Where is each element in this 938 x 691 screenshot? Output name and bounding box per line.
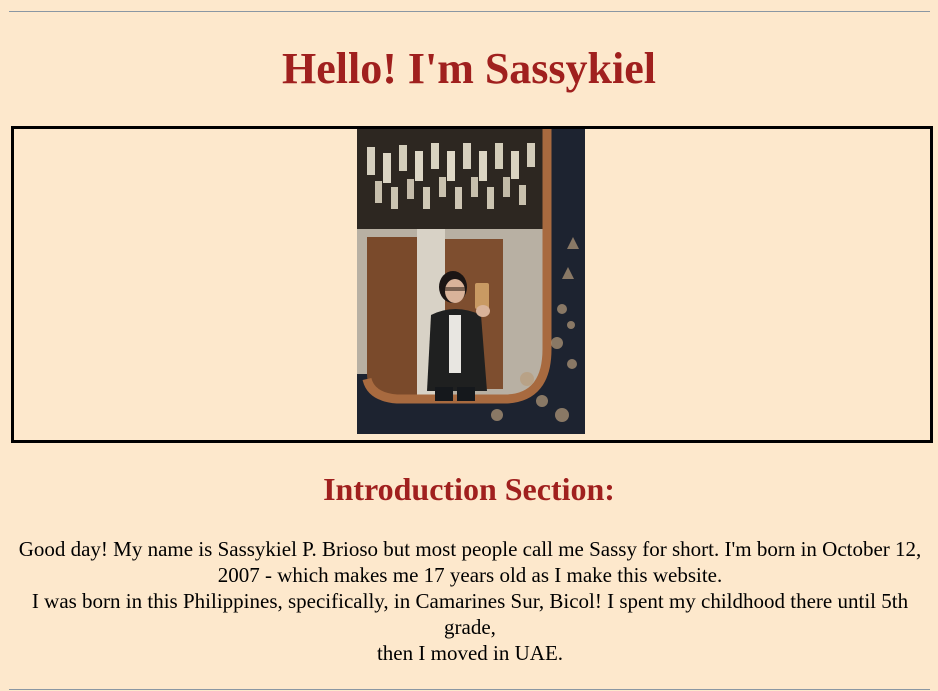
intro-section-heading: Introduction Section: xyxy=(323,471,615,507)
intro-text-line: then I moved in UAE. xyxy=(376,641,564,665)
top-divider xyxy=(9,11,930,12)
bottom-divider xyxy=(9,689,930,690)
page-title: Hello! I'm Sassykiel xyxy=(281,44,657,93)
intro-paragraph: Good day! My name is Sassykiel P. Brioso… xyxy=(12,536,928,666)
profile-photo xyxy=(357,129,585,434)
photo-frame xyxy=(11,126,933,443)
intro-text-line: I was born in this Philippines, specific… xyxy=(31,589,909,639)
intro-text-line: Good day! My name is Sassykiel P. Brioso… xyxy=(18,537,922,587)
